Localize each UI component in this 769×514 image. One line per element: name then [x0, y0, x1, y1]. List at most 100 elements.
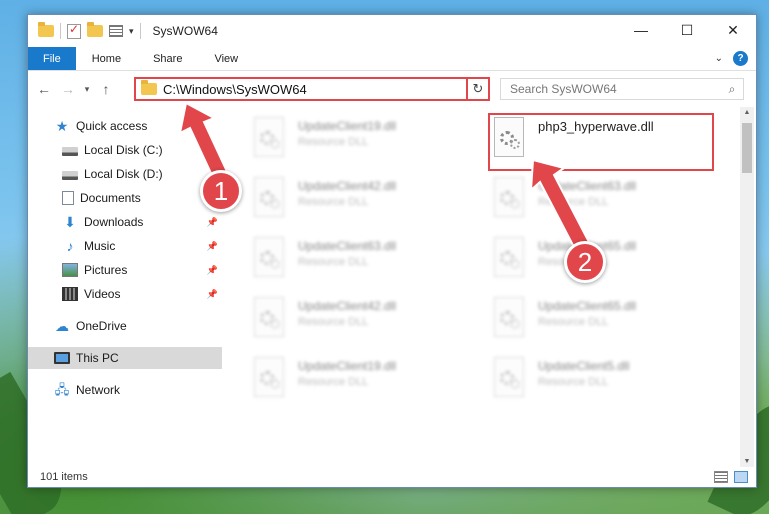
- tab-share[interactable]: Share: [137, 47, 198, 70]
- documents-icon: [62, 191, 74, 205]
- file-name: UpdateClient42.dll: [298, 179, 397, 193]
- view-icon[interactable]: [109, 25, 123, 37]
- file-tile[interactable]: UpdateClient5.dll Resource DLL: [490, 357, 710, 411]
- up-button[interactable]: ↑: [94, 81, 118, 97]
- sidebar-item-label: Documents: [80, 191, 141, 205]
- tab-home[interactable]: Home: [76, 47, 137, 70]
- search-input[interactable]: Search SysWOW64 ⌕: [500, 78, 744, 100]
- file-type: Resource DLL: [538, 196, 609, 208]
- properties-icon[interactable]: [67, 22, 81, 39]
- file-type: Resource DLL: [298, 376, 369, 388]
- recent-locations-button[interactable]: ▾: [80, 84, 94, 95]
- dll-file-icon: [250, 177, 288, 221]
- forward-button[interactable]: →: [56, 81, 80, 97]
- step-1-badge: 1: [200, 170, 242, 212]
- file-type: Resource DLL: [538, 316, 609, 328]
- pin-icon[interactable]: 📌: [207, 265, 218, 276]
- dll-file-icon: [490, 297, 528, 341]
- videos-icon: [62, 287, 78, 301]
- pin-icon[interactable]: 📌: [207, 217, 218, 228]
- file-tile[interactable]: UpdateClient42.dll Resource DLL: [250, 177, 470, 231]
- quick-access-toolbar: ▾: [28, 22, 141, 39]
- file-name: UpdateClient19.dll: [298, 359, 397, 373]
- pin-icon[interactable]: 📌: [207, 289, 218, 300]
- folder-icon: [141, 80, 157, 95]
- file-tile[interactable]: UpdateClient42.dll Resource DLL: [250, 297, 470, 351]
- toolbar-separator: [139, 23, 141, 39]
- file-tile[interactable]: UpdateClient65.dll Resource DLL: [490, 297, 710, 351]
- file-name: UpdateClient65.dll: [538, 299, 637, 313]
- details-view-icon[interactable]: [714, 471, 728, 483]
- refresh-button[interactable]: ↻: [466, 77, 490, 101]
- customize-toolbar-chevron-icon[interactable]: ▾: [129, 26, 134, 37]
- expand-ribbon-chevron-icon[interactable]: ⌄: [715, 53, 723, 64]
- cloud-icon: ☁: [55, 318, 69, 334]
- sidebar-item-quick-access[interactable]: ★ Quick access: [28, 115, 222, 137]
- file-name: UpdateClient5.dll: [538, 359, 630, 373]
- sidebar-item-label: Pictures: [84, 263, 128, 277]
- address-path[interactable]: C:\Windows\SysWOW64: [163, 82, 470, 97]
- address-bar[interactable]: C:\Windows\SysWOW64 ▾: [134, 77, 488, 101]
- vertical-scrollbar[interactable]: ▲ ▼: [740, 107, 754, 467]
- sidebar-item-pictures[interactable]: Pictures 📌: [28, 259, 222, 281]
- sidebar-item-videos[interactable]: Videos 📌: [28, 283, 222, 305]
- minimize-button[interactable]: —: [618, 15, 664, 45]
- navigation-bar: ← → ▾ ↑ C:\Windows\SysWOW64 ▾ ↻ Search S…: [28, 75, 756, 103]
- file-name: UpdateClient63.dll: [538, 179, 637, 193]
- sidebar-item-documents[interactable]: Documents 📌: [28, 187, 222, 209]
- tab-file[interactable]: File: [28, 47, 76, 70]
- sidebar-item-label: Local Disk (C:): [84, 143, 163, 157]
- file-tile[interactable]: UpdateClient19.dll Resource DLL: [250, 117, 470, 171]
- file-tile[interactable]: UpdateClient63.dll Resource DLL: [250, 237, 470, 291]
- status-bar: 101 items: [28, 467, 756, 487]
- disk-icon: [62, 147, 78, 156]
- item-count: 101 items: [40, 471, 88, 483]
- sidebar-item-label: Videos: [84, 287, 121, 301]
- pin-icon[interactable]: 📌: [207, 241, 218, 252]
- sidebar-item-onedrive[interactable]: ☁ OneDrive: [28, 315, 222, 337]
- title-bar: ▾ SysWOW64 — ☐ ✕: [28, 15, 756, 47]
- sidebar-item-music[interactable]: ♪ Music 📌: [28, 235, 222, 257]
- scroll-down-arrow-icon[interactable]: ▼: [740, 458, 754, 465]
- folder-icon: [38, 22, 54, 37]
- window-controls: — ☐ ✕: [618, 15, 756, 45]
- download-icon: ⬇: [64, 214, 76, 230]
- sidebar-item-local-disk-c[interactable]: Local Disk (C:): [28, 139, 222, 161]
- sidebar-item-downloads[interactable]: ⬇ Downloads 📌: [28, 211, 222, 233]
- file-list: UpdateClient19.dll Resource DLL UpdateCli…: [224, 107, 738, 467]
- ribbon-tabs: File Home Share View ⌄ ?: [28, 47, 756, 71]
- file-type: Resource DLL: [538, 376, 609, 388]
- back-button[interactable]: ←: [32, 81, 56, 97]
- file-name: UpdateClient42.dll: [298, 299, 397, 313]
- file-name: UpdateClient19.dll: [298, 119, 397, 133]
- sidebar-item-label: OneDrive: [76, 319, 127, 333]
- scrollbar-thumb[interactable]: [742, 123, 752, 173]
- sidebar-item-label: Local Disk (D:): [84, 167, 163, 181]
- sidebar-item-label: Network: [76, 383, 121, 397]
- help-icon[interactable]: ?: [733, 51, 748, 66]
- sidebar-item-local-disk-d[interactable]: Local Disk (D:): [28, 163, 222, 185]
- file-type: Resource DLL: [298, 196, 369, 208]
- maximize-button[interactable]: ☐: [664, 15, 710, 45]
- large-icons-view-icon[interactable]: [734, 471, 748, 483]
- search-icon[interactable]: ⌕: [721, 82, 743, 97]
- sidebar-item-label: This PC: [76, 351, 119, 365]
- pc-icon: [54, 352, 70, 364]
- sidebar-item-label: Quick access: [76, 119, 148, 133]
- file-tile[interactable]: UpdateClient19.dll Resource DLL: [250, 357, 470, 411]
- sidebar-item-this-pc[interactable]: This PC: [28, 347, 222, 369]
- disk-icon: [62, 171, 78, 180]
- search-placeholder: Search SysWOW64: [510, 82, 617, 96]
- tab-view[interactable]: View: [198, 47, 254, 70]
- dll-file-icon: [250, 297, 288, 341]
- file-type: Resource DLL: [298, 256, 369, 268]
- dll-file-icon: [250, 117, 288, 161]
- dll-file-icon: [490, 237, 528, 281]
- scroll-up-arrow-icon[interactable]: ▲: [740, 109, 754, 116]
- file-type: Resource DLL: [298, 316, 369, 328]
- sidebar-item-network[interactable]: 🖧 Network: [28, 379, 222, 401]
- file-tile[interactable]: UpdateClient63.dll Resource DLL: [490, 177, 710, 231]
- dll-file-icon: [490, 177, 528, 221]
- new-folder-icon[interactable]: [87, 22, 103, 37]
- close-button[interactable]: ✕: [710, 15, 756, 45]
